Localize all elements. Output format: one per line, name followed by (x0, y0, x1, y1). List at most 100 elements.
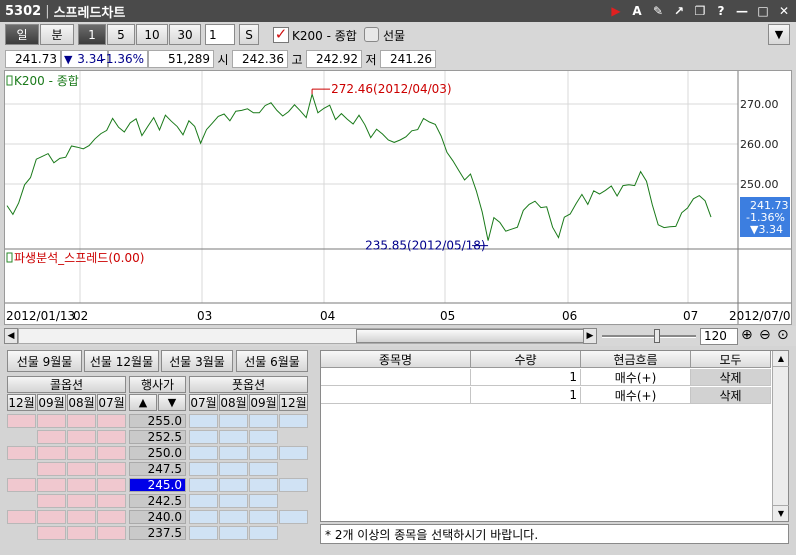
call-option-cell[interactable] (97, 526, 126, 540)
call-option-cell[interactable] (67, 430, 96, 444)
call-option-cell[interactable] (97, 414, 126, 428)
zoom-slider-track[interactable] (602, 335, 696, 338)
put-option-cell[interactable] (189, 494, 218, 508)
put-option-cell[interactable] (189, 446, 218, 460)
spread-chart[interactable]: 270.00 260.00 250.00 K200 - 종합 파생분석_스프레드(0.0… (4, 70, 796, 325)
interval-30-button[interactable]: 30 (169, 24, 201, 45)
row2-delete-button[interactable]: 삭제 (691, 387, 771, 404)
minimize-icon[interactable]: — (734, 3, 750, 18)
put-option-cell[interactable] (279, 478, 308, 492)
put-option-cell[interactable] (279, 510, 308, 524)
call-option-cell[interactable] (97, 494, 126, 508)
interval-input[interactable]: 1 (205, 24, 235, 45)
strike-up-button[interactable]: ▲ (129, 394, 157, 411)
scroll-down-icon[interactable]: ▼ (773, 505, 789, 521)
scroll-right-button[interactable]: ▶ (583, 328, 597, 344)
put-option-cell[interactable] (219, 510, 248, 524)
call-option-cell[interactable] (97, 462, 126, 476)
put-month-08[interactable]: 08월 (219, 394, 248, 411)
put-option-cell[interactable] (249, 446, 278, 460)
put-option-cell[interactable] (249, 478, 278, 492)
zoom-in-icon[interactable]: ⊕ (741, 327, 753, 343)
call-option-cell[interactable] (7, 446, 36, 460)
col-name-header[interactable]: 종목명 (321, 351, 471, 368)
row1-name[interactable] (321, 369, 471, 386)
put-month-07[interactable]: 07월 (189, 394, 218, 411)
col-all-header[interactable]: 모두 (691, 351, 771, 368)
row2-flow[interactable]: 매수(+) (581, 387, 691, 404)
call-option-cell[interactable] (67, 462, 96, 476)
strike-down-button[interactable]: ▼ (158, 394, 186, 411)
strike-price-cell[interactable]: 252.5 (129, 430, 186, 444)
put-option-cell[interactable] (189, 526, 218, 540)
interval-10-button[interactable]: 10 (136, 24, 168, 45)
zoom-fit-icon[interactable]: ⊙ (777, 327, 789, 343)
call-option-cell[interactable] (7, 478, 36, 492)
strike-price-cell[interactable]: 255.0 (129, 414, 186, 428)
call-option-cell[interactable] (37, 414, 66, 428)
put-option-cell[interactable] (189, 414, 218, 428)
call-month-09[interactable]: 09월 (37, 394, 66, 411)
strike-price-cell[interactable]: 237.5 (129, 526, 186, 540)
call-option-cell[interactable] (97, 446, 126, 460)
call-month-07[interactable]: 07월 (97, 394, 126, 411)
strike-price-cell[interactable]: 245.0 (129, 478, 186, 492)
k200-checkbox[interactable]: ✓ (273, 27, 289, 43)
day-button[interactable]: 일 (5, 24, 39, 45)
call-option-cell[interactable] (37, 430, 66, 444)
zoom-slider-thumb[interactable] (654, 329, 660, 343)
put-option-cell[interactable] (249, 414, 278, 428)
call-option-cell[interactable] (37, 478, 66, 492)
futures-jun-button[interactable]: 선물 6월물 (236, 350, 308, 372)
put-option-cell[interactable] (189, 510, 218, 524)
minute-button[interactable]: 분 (40, 24, 74, 45)
call-option-cell[interactable] (37, 462, 66, 476)
strike-price-cell[interactable]: 242.5 (129, 494, 186, 508)
strike-price-cell[interactable]: 247.5 (129, 462, 186, 476)
zoom-out-icon[interactable]: ⊖ (759, 327, 771, 343)
call-option-cell[interactable] (97, 510, 126, 524)
row1-flow[interactable]: 매수(+) (581, 369, 691, 386)
maximize-icon[interactable]: □ (755, 3, 771, 18)
put-option-cell[interactable] (219, 478, 248, 492)
put-option-cell[interactable] (189, 478, 218, 492)
put-option-cell[interactable] (279, 446, 308, 460)
close-icon[interactable]: ✕ (776, 3, 792, 18)
row1-qty[interactable]: 1 (471, 369, 581, 386)
col-qty-header[interactable]: 수량 (471, 351, 581, 368)
futures-checkbox[interactable] (364, 27, 379, 42)
futures-sep-button[interactable]: 선물 9월물 (7, 350, 82, 372)
put-month-12[interactable]: 12월 (279, 394, 308, 411)
table-scrollbar[interactable]: ▲ ▼ (772, 351, 789, 521)
font-icon[interactable]: A (629, 3, 645, 18)
link-icon[interactable]: ↗ (671, 3, 687, 18)
interval-1-button[interactable]: 1 (78, 24, 106, 45)
put-option-cell[interactable] (189, 462, 218, 476)
call-option-cell[interactable] (37, 446, 66, 460)
put-option-cell[interactable] (219, 414, 248, 428)
zoom-input[interactable]: 120 (700, 328, 738, 345)
put-option-cell[interactable] (249, 510, 278, 524)
call-option-cell[interactable] (97, 430, 126, 444)
put-option-cell[interactable] (249, 494, 278, 508)
call-option-cell[interactable] (97, 478, 126, 492)
put-option-cell[interactable] (249, 526, 278, 540)
put-option-cell[interactable] (219, 494, 248, 508)
call-option-cell[interactable] (67, 494, 96, 508)
record-icon[interactable]: ▶ (608, 3, 624, 18)
call-month-12[interactable]: 12월 (7, 394, 36, 411)
call-option-cell[interactable] (37, 494, 66, 508)
call-option-cell[interactable] (37, 510, 66, 524)
futures-dec-button[interactable]: 선물 12월물 (84, 350, 159, 372)
put-option-cell[interactable] (219, 430, 248, 444)
put-option-cell[interactable] (189, 430, 218, 444)
put-option-cell[interactable] (279, 414, 308, 428)
put-option-cell[interactable] (249, 462, 278, 476)
strike-price-cell[interactable]: 250.0 (129, 446, 186, 460)
put-option-cell[interactable] (219, 526, 248, 540)
row2-qty[interactable]: 1 (471, 387, 581, 404)
call-option-cell[interactable] (67, 414, 96, 428)
call-option-cell[interactable] (67, 510, 96, 524)
call-option-cell[interactable] (7, 510, 36, 524)
call-month-08[interactable]: 08월 (67, 394, 96, 411)
